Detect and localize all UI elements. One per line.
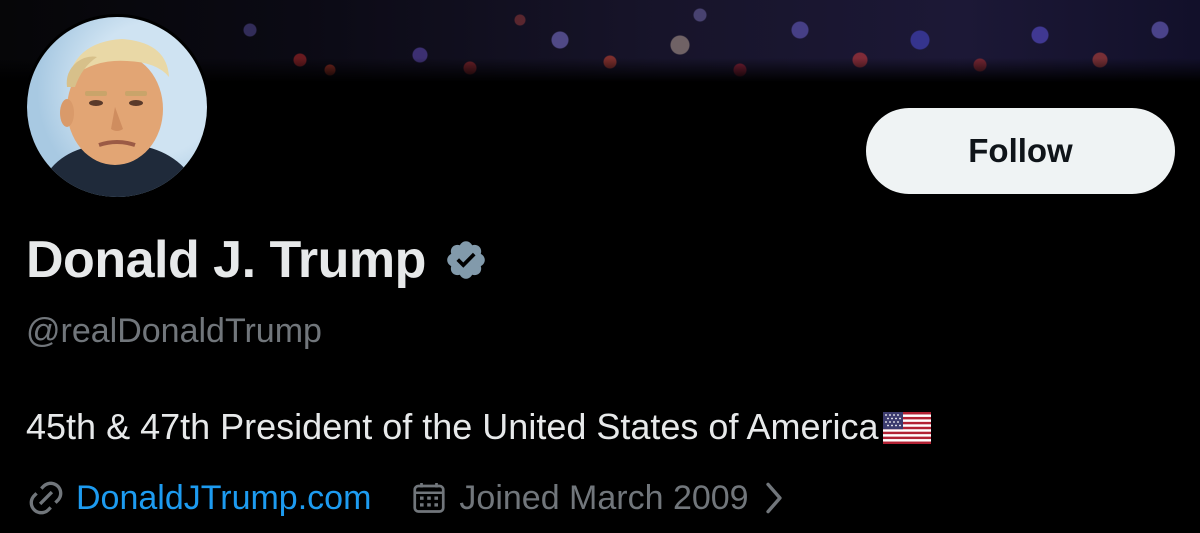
verified-badge-icon[interactable]: [444, 238, 488, 282]
display-name: Donald J. Trump: [26, 231, 426, 289]
handle: @realDonaldTrump: [26, 312, 322, 350]
chevron-right-icon: [761, 481, 787, 515]
flag-usa-icon: [882, 411, 931, 444]
follow-button[interactable]: Follow: [866, 108, 1175, 194]
name-row: Donald J. Trump: [26, 230, 488, 290]
bio: 45th & 47th President of the United Stat…: [26, 406, 931, 448]
avatar-photo: [27, 17, 207, 197]
avatar-portrait-icon: [37, 39, 202, 197]
avatar[interactable]: [24, 14, 210, 200]
profile-meta-row: DonaldJTrump.com Joined March 2009: [26, 478, 787, 518]
link-icon: [26, 478, 66, 518]
bio-text: 45th & 47th President of the United Stat…: [26, 406, 879, 447]
joined-date[interactable]: Joined March 2009: [371, 479, 786, 518]
website-link[interactable]: DonaldJTrump.com: [76, 479, 371, 518]
joined-date-text: Joined March 2009: [459, 478, 749, 517]
calendar-icon: [411, 480, 447, 516]
